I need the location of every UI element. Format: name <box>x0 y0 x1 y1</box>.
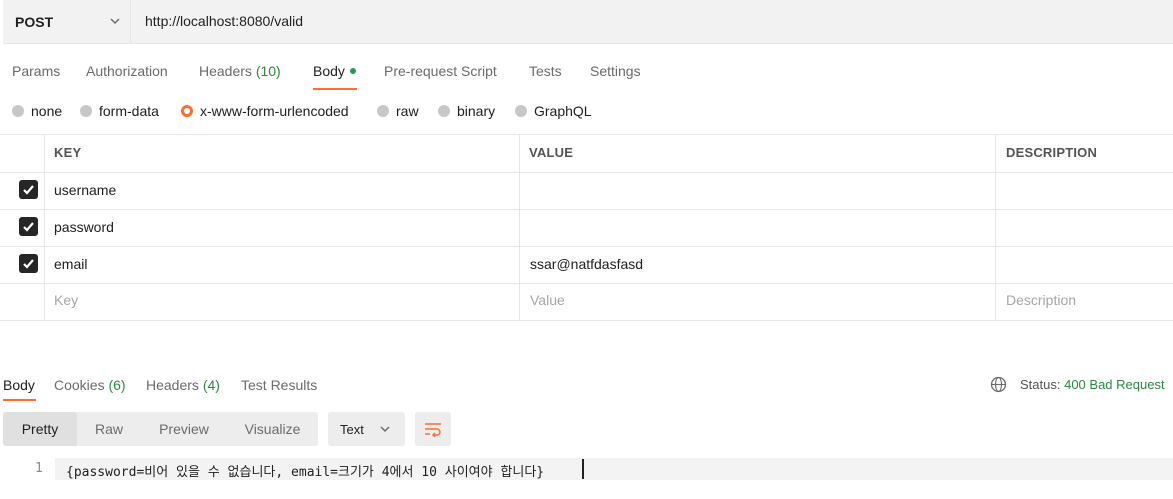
radio-label: raw <box>396 103 419 119</box>
radio-selected-icon <box>181 105 193 117</box>
view-pretty-button[interactable]: Pretty <box>3 412 77 446</box>
checkmark-icon <box>23 185 34 195</box>
radio-icon <box>438 105 450 117</box>
radio-none[interactable]: none <box>12 103 62 119</box>
radio-label: GraphQL <box>534 103 592 119</box>
format-label: Text <box>340 421 364 437</box>
status-value: 400 Bad Request <box>1064 377 1165 392</box>
text-cursor <box>582 459 584 479</box>
modified-dot-icon <box>349 68 356 74</box>
table-column-divider <box>519 134 520 321</box>
row-checkbox[interactable] <box>19 254 38 273</box>
view-pretty-label: Pretty <box>21 421 59 437</box>
radio-form-data[interactable]: form-data <box>80 103 159 119</box>
response-tab-headers[interactable]: Headers (4) <box>146 377 220 393</box>
active-tab-indicator <box>313 88 357 90</box>
column-header-value: VALUE <box>529 145 574 160</box>
response-body-text[interactable]: {password=비어 있을 수 없습니다, email=크기가 4에서 10… <box>66 461 544 480</box>
param-value[interactable]: ssar@natfdasfasd <box>530 256 643 272</box>
view-preview-button[interactable]: Preview <box>141 412 227 446</box>
response-status: Status: 400 Bad Request <box>1020 377 1165 392</box>
url-bar: POST http://localhost:8080/valid <box>3 0 1173 44</box>
radio-icon <box>12 105 24 117</box>
chevron-down-icon <box>380 426 390 433</box>
radio-label: binary <box>457 103 496 119</box>
tab-body-label: Body <box>313 63 345 79</box>
checkmark-icon <box>23 259 34 269</box>
tab-headers-label: Headers <box>199 63 252 79</box>
line-number: 1 <box>35 461 43 476</box>
param-key[interactable]: email <box>54 256 87 272</box>
column-header-description: DESCRIPTION <box>1006 145 1098 160</box>
radio-icon <box>80 105 92 117</box>
param-key[interactable]: username <box>54 182 116 198</box>
table-column-divider <box>995 134 996 321</box>
radio-raw[interactable]: raw <box>377 103 419 119</box>
response-tab-headers-count: (4) <box>202 377 220 393</box>
view-preview-label: Preview <box>159 421 209 437</box>
view-raw-button[interactable]: Raw <box>77 412 141 446</box>
radio-x-www-form-urlencoded[interactable]: x-www-form-urlencoded <box>181 103 349 119</box>
wrap-lines-icon <box>425 423 441 437</box>
response-tab-cookies-count: (6) <box>108 377 126 393</box>
radio-graphql[interactable]: GraphQL <box>515 103 592 119</box>
param-key[interactable]: password <box>54 219 114 235</box>
value-placeholder[interactable]: Value <box>530 292 565 308</box>
response-tab-headers-label: Headers <box>146 377 199 393</box>
response-tab-test-results[interactable]: Test Results <box>241 377 317 393</box>
globe-icon[interactable] <box>990 376 1007 393</box>
view-visualize-button[interactable]: Visualize <box>227 412 318 446</box>
method-label: POST <box>15 13 54 30</box>
radio-icon <box>515 105 527 117</box>
tab-tests[interactable]: Tests <box>529 63 562 79</box>
key-placeholder[interactable]: Key <box>54 292 78 308</box>
radio-label: none <box>31 103 63 119</box>
table-divider <box>0 209 1173 210</box>
table-column-divider <box>44 134 45 321</box>
radio-label: form-data <box>99 103 159 119</box>
response-tab-cookies[interactable]: Cookies (6) <box>54 377 126 393</box>
tab-headers[interactable]: Headers (10) <box>199 63 281 79</box>
column-header-key: KEY <box>54 145 82 160</box>
response-tab-cookies-label: Cookies <box>54 377 105 393</box>
table-divider <box>0 283 1173 284</box>
tab-settings[interactable]: Settings <box>590 63 641 79</box>
radio-icon <box>377 105 389 117</box>
tab-pre-request-script[interactable]: Pre-request Script <box>384 63 497 79</box>
status-label: Status: <box>1020 377 1061 392</box>
table-border-top <box>0 134 1173 135</box>
wrap-lines-button[interactable] <box>415 412 451 446</box>
format-select[interactable]: Text <box>328 412 405 446</box>
checkmark-icon <box>23 222 34 232</box>
table-divider <box>0 246 1173 247</box>
tab-authorization[interactable]: Authorization <box>86 63 168 79</box>
url-input[interactable]: http://localhost:8080/valid <box>145 13 303 29</box>
response-active-tab-indicator <box>3 399 36 401</box>
table-border-bottom <box>0 320 1173 321</box>
row-checkbox[interactable] <box>19 217 38 236</box>
view-raw-label: Raw <box>94 421 123 437</box>
radio-label: x-www-form-urlencoded <box>200 103 349 119</box>
tab-headers-count: (10) <box>255 63 281 79</box>
radio-binary[interactable]: binary <box>438 103 495 119</box>
table-border-header <box>0 172 1173 173</box>
method-select[interactable]: POST <box>3 0 131 43</box>
row-checkbox[interactable] <box>19 180 38 199</box>
description-placeholder[interactable]: Description <box>1006 292 1076 308</box>
tab-params[interactable]: Params <box>12 63 60 79</box>
response-tab-body[interactable]: Body <box>3 377 35 393</box>
chevron-down-icon <box>110 18 120 25</box>
tab-body[interactable]: Body <box>313 63 356 79</box>
view-visualize-label: Visualize <box>244 421 301 437</box>
